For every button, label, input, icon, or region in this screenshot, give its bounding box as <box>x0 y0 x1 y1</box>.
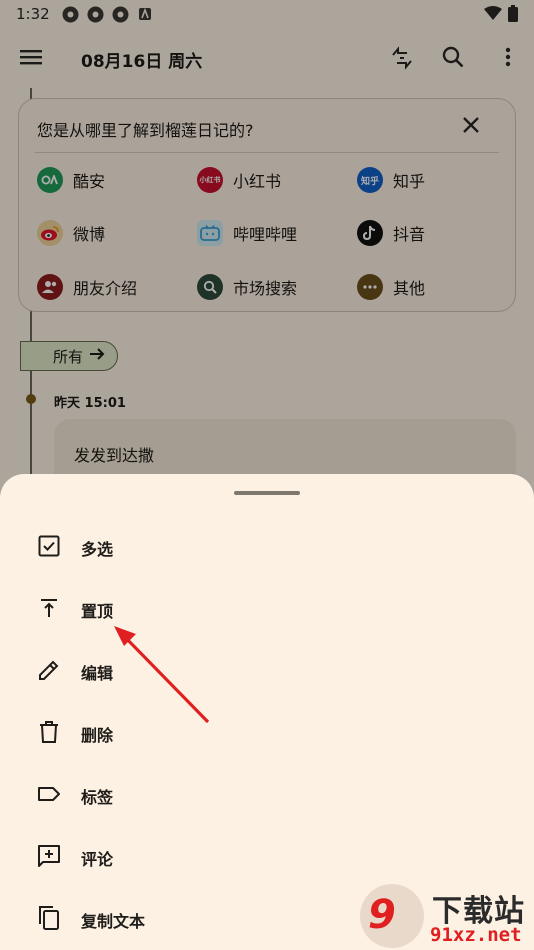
checkbox-icon <box>37 534 61 558</box>
annotation-arrow-icon <box>114 626 210 724</box>
action-label: 标签 <box>81 788 114 807</box>
watermark-badge: 9 <box>360 884 424 948</box>
action-comment[interactable]: 评论 <box>0 828 534 884</box>
trash-icon <box>37 720 61 744</box>
watermark-badge-text: 9 <box>368 892 396 938</box>
watermark-logo: 9 下载站 91xz.net <box>360 884 534 950</box>
comment-add-icon <box>37 844 61 868</box>
label-icon <box>37 782 61 806</box>
watermark-domain: 91xz.net <box>430 924 522 946</box>
action-label-tag[interactable]: 标签 <box>0 766 534 822</box>
action-label: 删除 <box>81 726 114 745</box>
drag-handle[interactable] <box>234 491 300 495</box>
pin-top-icon <box>37 596 61 620</box>
action-pin-top[interactable]: 置顶 <box>0 580 534 636</box>
action-label: 多选 <box>81 540 114 559</box>
action-label: 复制文本 <box>81 912 146 931</box>
action-delete[interactable]: 删除 <box>0 704 534 760</box>
copy-icon <box>37 906 61 930</box>
action-label: 编辑 <box>81 664 114 683</box>
action-label: 置顶 <box>81 602 114 621</box>
pencil-icon <box>37 658 61 682</box>
action-label: 评论 <box>81 850 114 869</box>
action-edit[interactable]: 编辑 <box>0 642 534 698</box>
action-multi-select[interactable]: 多选 <box>0 518 534 574</box>
entry-actions-bottom-sheet: 多选 置顶 编辑 删除 标签 评论 复制文本 <box>0 474 534 950</box>
